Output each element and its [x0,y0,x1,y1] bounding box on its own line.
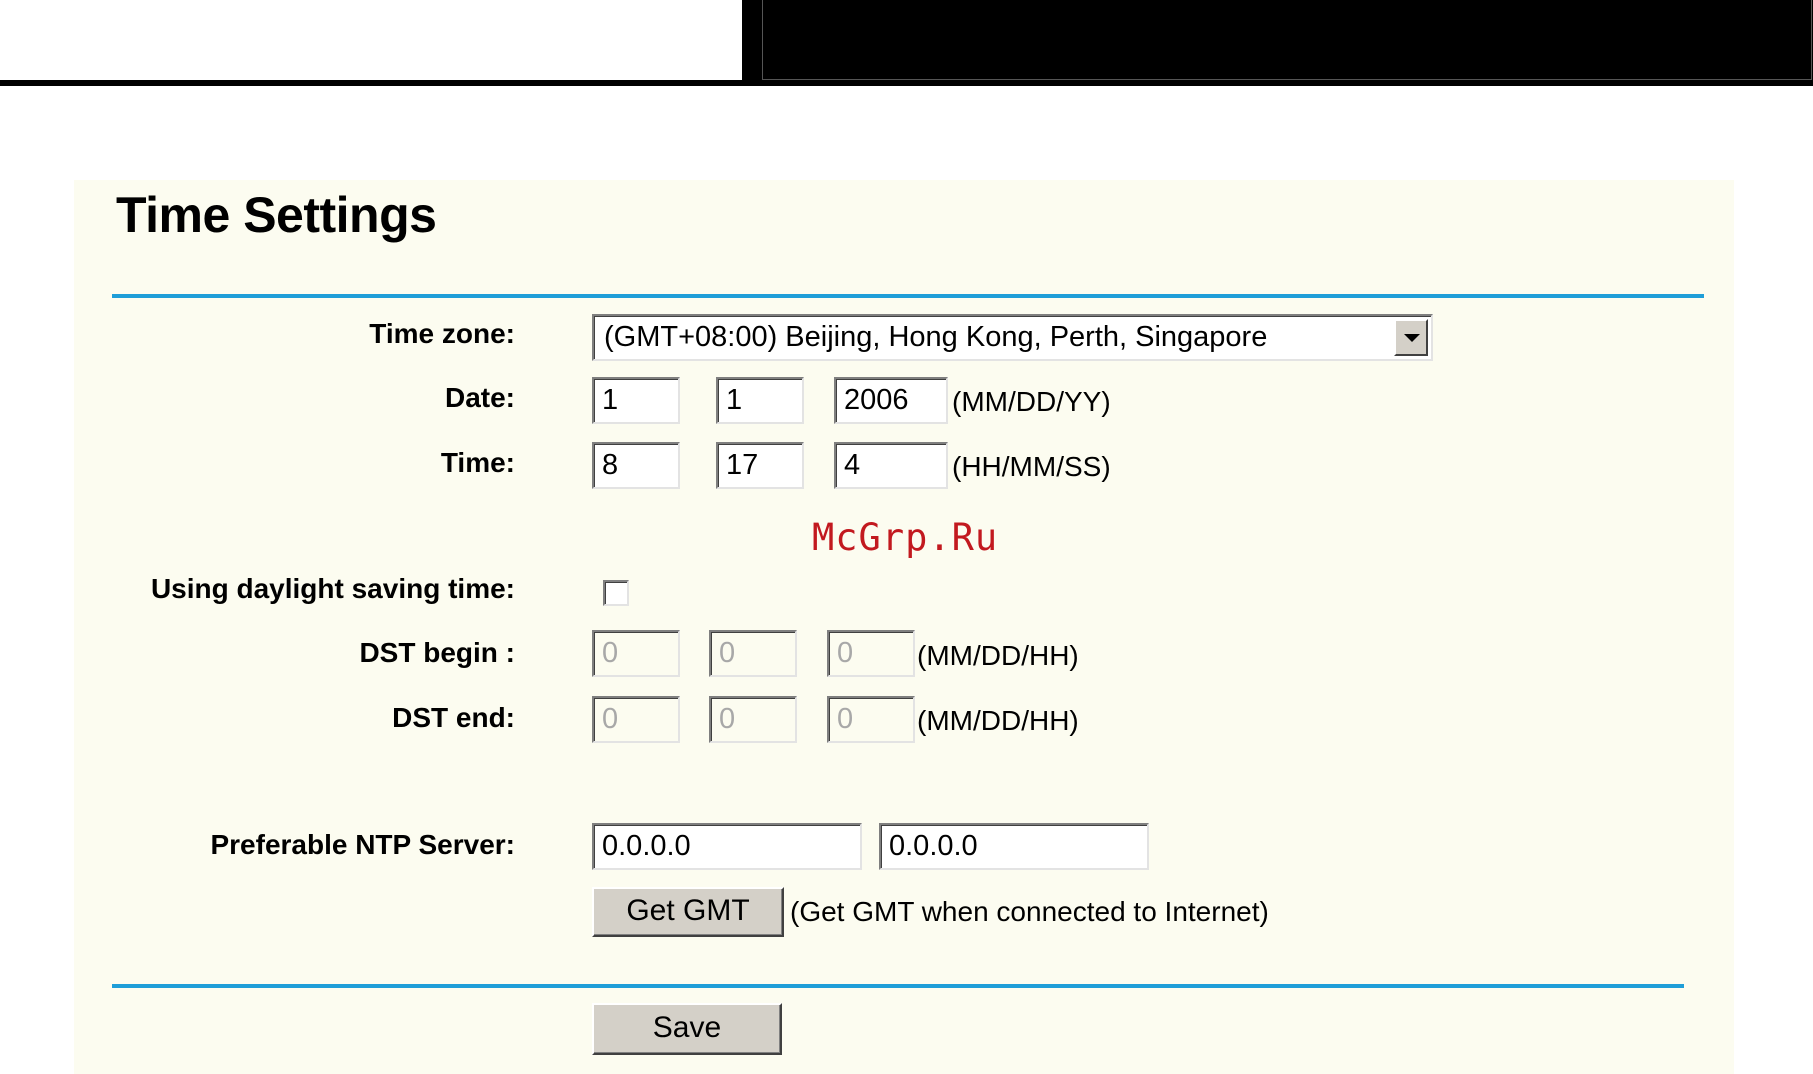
save-button[interactable]: Save [592,1003,782,1055]
dst-checkbox[interactable] [603,580,629,606]
date-format-hint: (MM/DD/YY) [952,386,1111,417]
ntp-server-2-input[interactable]: 0.0.0.0 [879,823,1149,870]
date-year-input[interactable]: 2006 [834,377,948,424]
dst-end-day-input[interactable]: 0 [709,696,797,743]
time-second-input[interactable]: 4 [834,442,948,489]
time-label: Time: [440,447,515,478]
header-banner-frame [762,0,1812,80]
dst-begin-hour-input[interactable]: 0 [827,630,915,677]
top-divider [112,294,1704,298]
dst-begin-day-input[interactable]: 0 [709,630,797,677]
dst-begin-format-hint: (MM/DD/HH) [917,640,1079,671]
dst-end-format-hint: (MM/DD/HH) [917,705,1079,736]
dst-begin-month-input[interactable]: 0 [592,630,680,677]
time-format-hint: (HH/MM/SS) [952,451,1111,482]
date-day-input[interactable]: 1 [716,377,804,424]
time-hour-input[interactable]: 8 [592,442,680,489]
ntp-server-1-input[interactable]: 0.0.0.0 [592,823,862,870]
watermark: McGrp.Ru [812,516,999,559]
dst-begin-label: DST begin : [359,637,515,668]
date-label: Date: [444,382,515,413]
page-title: Time Settings [116,187,437,243]
date-month-input[interactable]: 1 [592,377,680,424]
dst-end-hour-input[interactable]: 0 [827,696,915,743]
dst-end-label: DST end: [392,702,515,733]
ntp-server-label: Preferable NTP Server: [210,829,515,860]
dst-label: Using daylight saving time: [150,573,515,604]
bottom-divider [112,984,1684,988]
timezone-selected-value: (GMT+08:00) Beijing, Hong Kong, Perth, S… [604,321,1268,353]
header-rule [0,80,742,86]
timezone-select[interactable]: (GMT+08:00) Beijing, Hong Kong, Perth, S… [592,314,1433,361]
get-gmt-hint: (Get GMT when connected to Internet) [790,896,1269,927]
get-gmt-button[interactable]: Get GMT [592,887,784,937]
timezone-label: Time zone: [369,318,515,349]
time-minute-input[interactable]: 17 [716,442,804,489]
chevron-down-icon[interactable] [1394,319,1428,356]
dst-end-month-input[interactable]: 0 [592,696,680,743]
